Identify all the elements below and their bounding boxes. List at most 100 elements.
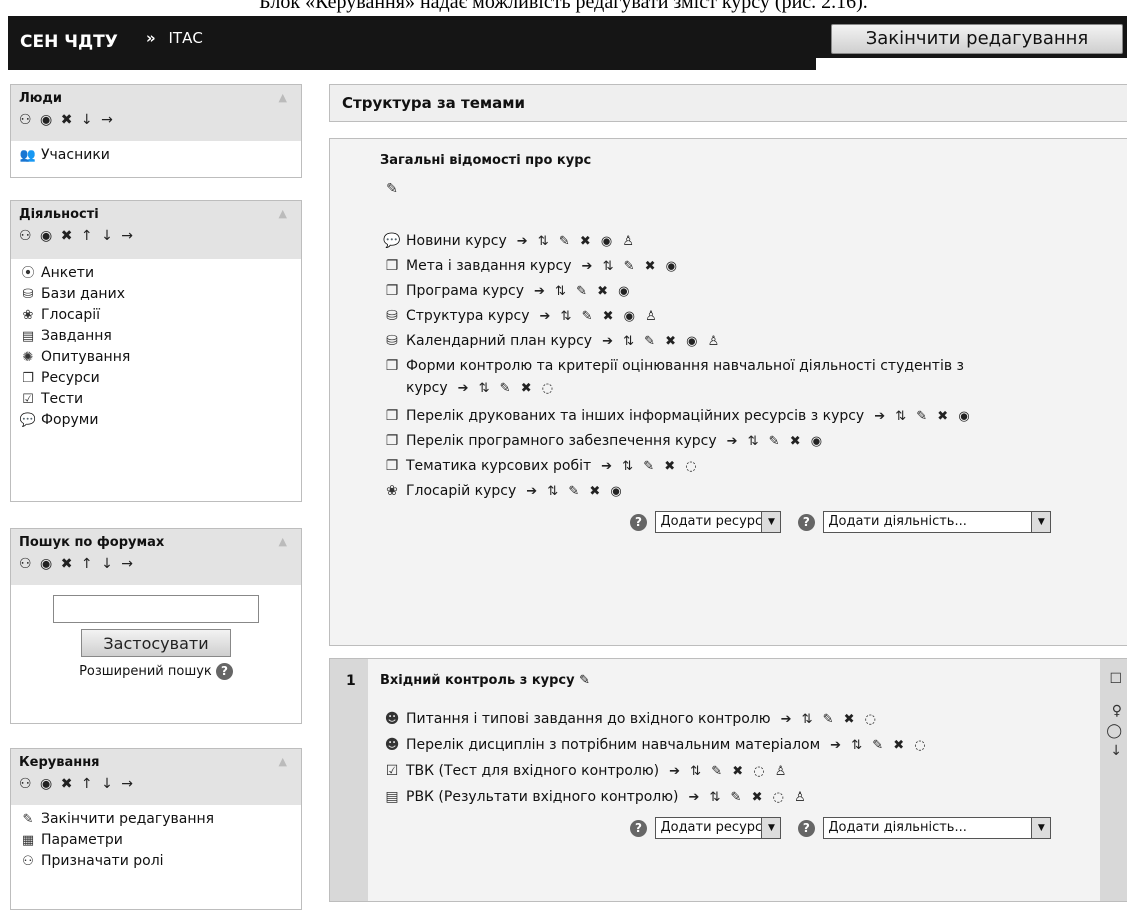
help-icon[interactable]: ? <box>215 663 233 680</box>
add-activity-select[interactable]: Додати діяльність... ▼ <box>823 817 1052 839</box>
delete-icon[interactable]: ✖ <box>61 228 75 244</box>
delete-icon[interactable]: ✖ <box>61 112 75 128</box>
list-item[interactable]: ❐ Форми контролю та критерії оцінювання н… <box>382 356 964 376</box>
hide-icon[interactable]: ◉ <box>40 776 54 792</box>
block-link[interactable]: ❀ Глосарії <box>19 305 293 326</box>
item-actions[interactable]: ➔ ⇅ ✎ ✖ ◉ ♙ <box>517 234 637 249</box>
block-link[interactable]: 💬 Форуми <box>19 410 293 431</box>
item-actions[interactable]: ➔ ⇅ ✎ ✖ ◌ <box>601 459 699 474</box>
list-item[interactable]: ▤ РВК (Результати вхідного контролю) ➔ ⇅ ✎… <box>382 787 809 808</box>
roles-icon[interactable]: ⚇ <box>19 228 34 244</box>
roles-icon[interactable]: ⚇ <box>19 556 34 572</box>
database-icon: ⛁ <box>386 333 398 349</box>
block-link[interactable]: ⦿ Анкети <box>19 263 293 284</box>
move-right-icon[interactable]: → <box>121 228 135 244</box>
database-icon: ⛁ <box>386 308 398 324</box>
help-icon[interactable]: ? <box>797 819 815 837</box>
block-link[interactable]: ✎ Закінчити редагування <box>19 809 293 830</box>
roles-icon[interactable]: ⚇ <box>19 112 34 128</box>
item-actions[interactable]: ➔ ⇅ ✎ ✖ ◉ <box>727 434 825 449</box>
item-actions[interactable]: ➔ ⇅ ✎ ✖ ◉ <box>874 409 972 424</box>
list-item[interactable]: ☑ ТВК (Тест для вхідного контролю) ➔ ⇅ ✎ ✖… <box>382 761 789 782</box>
item-actions[interactable]: ➔ ⇅ ✎ ✖ ◉ <box>526 484 624 499</box>
move-down-icon[interactable]: ↓ <box>101 776 115 792</box>
forum-search-input[interactable] <box>53 595 259 623</box>
advanced-search-link[interactable]: Розширений пошук <box>79 664 212 679</box>
item-actions[interactable]: ➔ ⇅ ✎ ✖ ◉ <box>534 284 632 299</box>
list-item[interactable]: ❐ Перелік програмного забезпечення курсу ➔… <box>382 431 825 452</box>
collapse-icon[interactable]: ▲ <box>279 755 287 768</box>
item-actions[interactable]: ➔ ⇅ ✎ ✖ ◌ ♙ <box>669 764 789 779</box>
block-link[interactable]: ✺ Опитування <box>19 347 293 368</box>
block-link[interactable]: ⛁ Бази даних <box>19 284 293 305</box>
list-item[interactable]: ❐ Програма курсу ➔ ⇅ ✎ ✖ ◉ <box>382 281 632 302</box>
breadcrumb-separator: » <box>146 29 156 47</box>
show-only-topic-icon[interactable]: ☐ <box>1109 671 1122 687</box>
edit-summary-icon[interactable]: ✎ <box>579 673 590 688</box>
move-down-icon[interactable]: ↓ <box>1110 743 1122 759</box>
move-up-icon[interactable]: ↑ <box>81 556 95 572</box>
hide-icon[interactable]: ◉ <box>40 112 54 128</box>
help-icon[interactable]: ? <box>797 513 815 531</box>
add-resource-select[interactable]: Додати ресурс... ▼ <box>655 817 782 839</box>
item-actions[interactable]: ➔ ⇅ ✎ ✖ ◌ <box>458 381 556 396</box>
block-link[interactable]: ⚇ Призначати ролі <box>19 851 293 872</box>
add-activity-select[interactable]: Додати діяльність... ▼ <box>823 511 1052 533</box>
list-item[interactable]: ❐ Тематика курсових робіт ➔ ⇅ ✎ ✖ ◌ <box>382 456 700 477</box>
topbar-gap <box>816 58 1127 70</box>
block-link[interactable]: ▦ Параметри <box>19 830 293 851</box>
list-item[interactable]: ❐ Перелік друкованих та інших інформаційн… <box>382 406 973 427</box>
list-item[interactable]: ❐ Мета і завдання курсу ➔ ⇅ ✎ ✖ ◉ <box>382 256 680 277</box>
help-icon[interactable]: ? <box>630 819 647 837</box>
highlight-icon[interactable]: ♀ <box>1112 703 1122 719</box>
item-actions[interactable]: ➔ ⇅ ✎ ✖ ◉ ♙ <box>602 334 722 349</box>
block-link[interactable]: ☑ Тести <box>19 389 293 410</box>
search-apply-button[interactable]: Застосувати <box>81 629 231 657</box>
collapse-icon[interactable]: ▲ <box>279 91 287 104</box>
move-right-icon[interactable]: → <box>121 556 135 572</box>
move-up-icon[interactable]: ↑ <box>81 776 95 792</box>
delete-icon[interactable]: ✖ <box>61 776 75 792</box>
move-up-icon[interactable]: ↑ <box>81 228 95 244</box>
item-actions[interactable]: ➔ ⇅ ✎ ✖ ◌ ♙ <box>689 790 809 805</box>
hide-icon[interactable]: ◉ <box>40 228 54 244</box>
collapse-icon[interactable]: ▲ <box>279 535 287 548</box>
section-number: 1 <box>346 673 356 689</box>
list-item[interactable]: ❀ Глосарій курсу ➔ ⇅ ✎ ✖ ◉ <box>382 481 625 502</box>
turn-editing-off-button[interactable]: Закінчити редагування <box>831 24 1123 54</box>
edit-summary-icon[interactable]: ✎ <box>382 179 402 199</box>
list-item[interactable]: ⛁ Структура курсу ➔ ⇅ ✎ ✖ ◉ ♙ <box>382 306 660 327</box>
add-resource-select[interactable]: Додати ресурс... ▼ <box>655 511 782 533</box>
site-brand-link[interactable]: СЕН ЧДТУ <box>20 32 118 52</box>
block-link[interactable]: 👥 Учасники <box>19 145 293 166</box>
chevron-down-icon: ▼ <box>1031 512 1051 532</box>
list-item[interactable]: ☻ Питання і типові завдання до вхідного к… <box>382 709 879 730</box>
block-edit-icons: ⚇ ◉ ✖ ↑ ↓ → <box>19 556 293 572</box>
move-right-icon[interactable]: → <box>121 776 135 792</box>
roles-icon[interactable]: ⚇ <box>19 776 34 792</box>
move-down-icon[interactable]: ↓ <box>101 556 115 572</box>
list-item-continuation[interactable]: курсу ➔ ⇅ ✎ ✖ ◌ <box>406 378 556 399</box>
list-item[interactable]: ☻ Перелік дисциплін з потрібним навчальни… <box>382 735 929 756</box>
hide-icon[interactable]: ◉ <box>40 556 54 572</box>
settings-icon: ▦ <box>21 833 35 848</box>
delete-icon[interactable]: ✖ <box>61 556 75 572</box>
hide-topic-icon[interactable]: ◯ <box>1106 723 1122 739</box>
block-link[interactable]: ❐ Ресурси <box>19 368 293 389</box>
item-actions[interactable]: ➔ ⇅ ✎ ✖ ◉ <box>582 259 680 274</box>
item-actions[interactable]: ➔ ⇅ ✎ ✖ ◌ <box>830 738 928 753</box>
collapse-icon[interactable]: ▲ <box>279 207 287 220</box>
breadcrumb-course-link[interactable]: ІТАС <box>168 29 202 47</box>
help-icon[interactable]: ? <box>630 513 647 531</box>
move-right-icon[interactable]: → <box>101 112 115 128</box>
item-actions[interactable]: ➔ ⇅ ✎ ✖ ◌ <box>781 712 879 727</box>
move-down-icon[interactable]: ↓ <box>81 112 95 128</box>
move-down-icon[interactable]: ↓ <box>101 228 115 244</box>
list-item[interactable]: ⛁ Календарний план курсу ➔ ⇅ ✎ ✖ ◉ ♙ <box>382 331 722 352</box>
section-side-left <box>330 659 368 901</box>
resource-icon: ❐ <box>385 258 399 274</box>
item-actions[interactable]: ➔ ⇅ ✎ ✖ ◉ ♙ <box>540 309 660 324</box>
lesson-icon: ☻ <box>384 711 400 727</box>
block-link[interactable]: ▤ Завдання <box>19 326 293 347</box>
list-item[interactable]: 💬 Новини курсу ➔ ⇅ ✎ ✖ ◉ ♙ <box>382 231 637 252</box>
